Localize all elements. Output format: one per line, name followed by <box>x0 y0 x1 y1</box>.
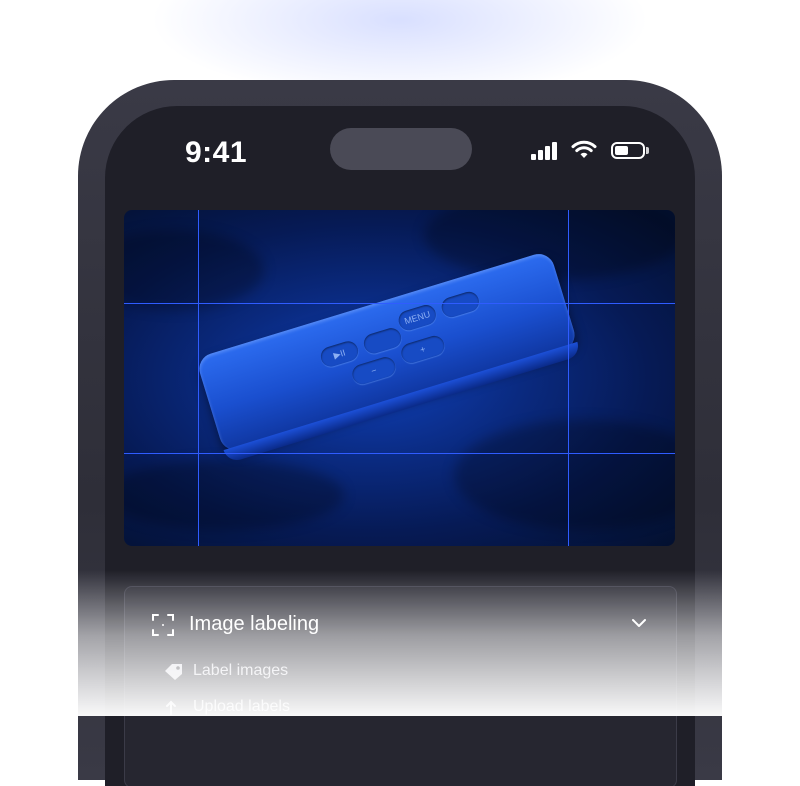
menu-item-label: Upload labels <box>193 698 290 715</box>
battery-icon <box>611 142 645 159</box>
grid-line-vertical <box>568 210 569 546</box>
image-labeling-menu: Image labeling Label images Upload label… <box>124 586 677 786</box>
menu-item-label: Label images <box>193 662 289 679</box>
grid-line-horizontal <box>124 303 675 304</box>
status-time: 9:41 <box>185 136 248 169</box>
remote-button <box>439 289 482 320</box>
grid-line-horizontal <box>124 453 675 454</box>
cellular-signal-icon <box>531 142 561 160</box>
upload-icon <box>166 700 176 715</box>
grid-line-vertical <box>198 210 199 546</box>
menu-item-label-images[interactable]: Label images <box>163 659 288 683</box>
menu-item-upload-labels[interactable]: Upload labels <box>163 695 290 719</box>
battery-tip <box>646 147 649 154</box>
wifi-icon <box>571 140 597 158</box>
camera-viewfinder[interactable]: MENU ▶II − + <box>124 210 675 546</box>
dynamic-island <box>330 128 472 170</box>
battery-level <box>615 146 628 155</box>
scan-frame-icon <box>152 614 174 636</box>
remote-button <box>361 325 404 356</box>
menu-header[interactable]: Image labeling <box>125 587 676 657</box>
chevron-down-icon[interactable] <box>631 617 647 629</box>
remote-button: ▶II <box>318 338 361 370</box>
remote-button: − <box>349 354 398 387</box>
fabric-fold <box>454 420 675 530</box>
phone-screen: 9:41 MENU ▶II − + Image labeling Label i… <box>105 106 695 786</box>
fabric-fold <box>124 460 344 530</box>
tag-icon <box>165 664 182 680</box>
remote-button: + <box>398 333 447 366</box>
remote-button: MENU <box>396 302 439 333</box>
menu-title: Image labeling <box>189 613 320 635</box>
fabric-fold <box>124 230 264 310</box>
